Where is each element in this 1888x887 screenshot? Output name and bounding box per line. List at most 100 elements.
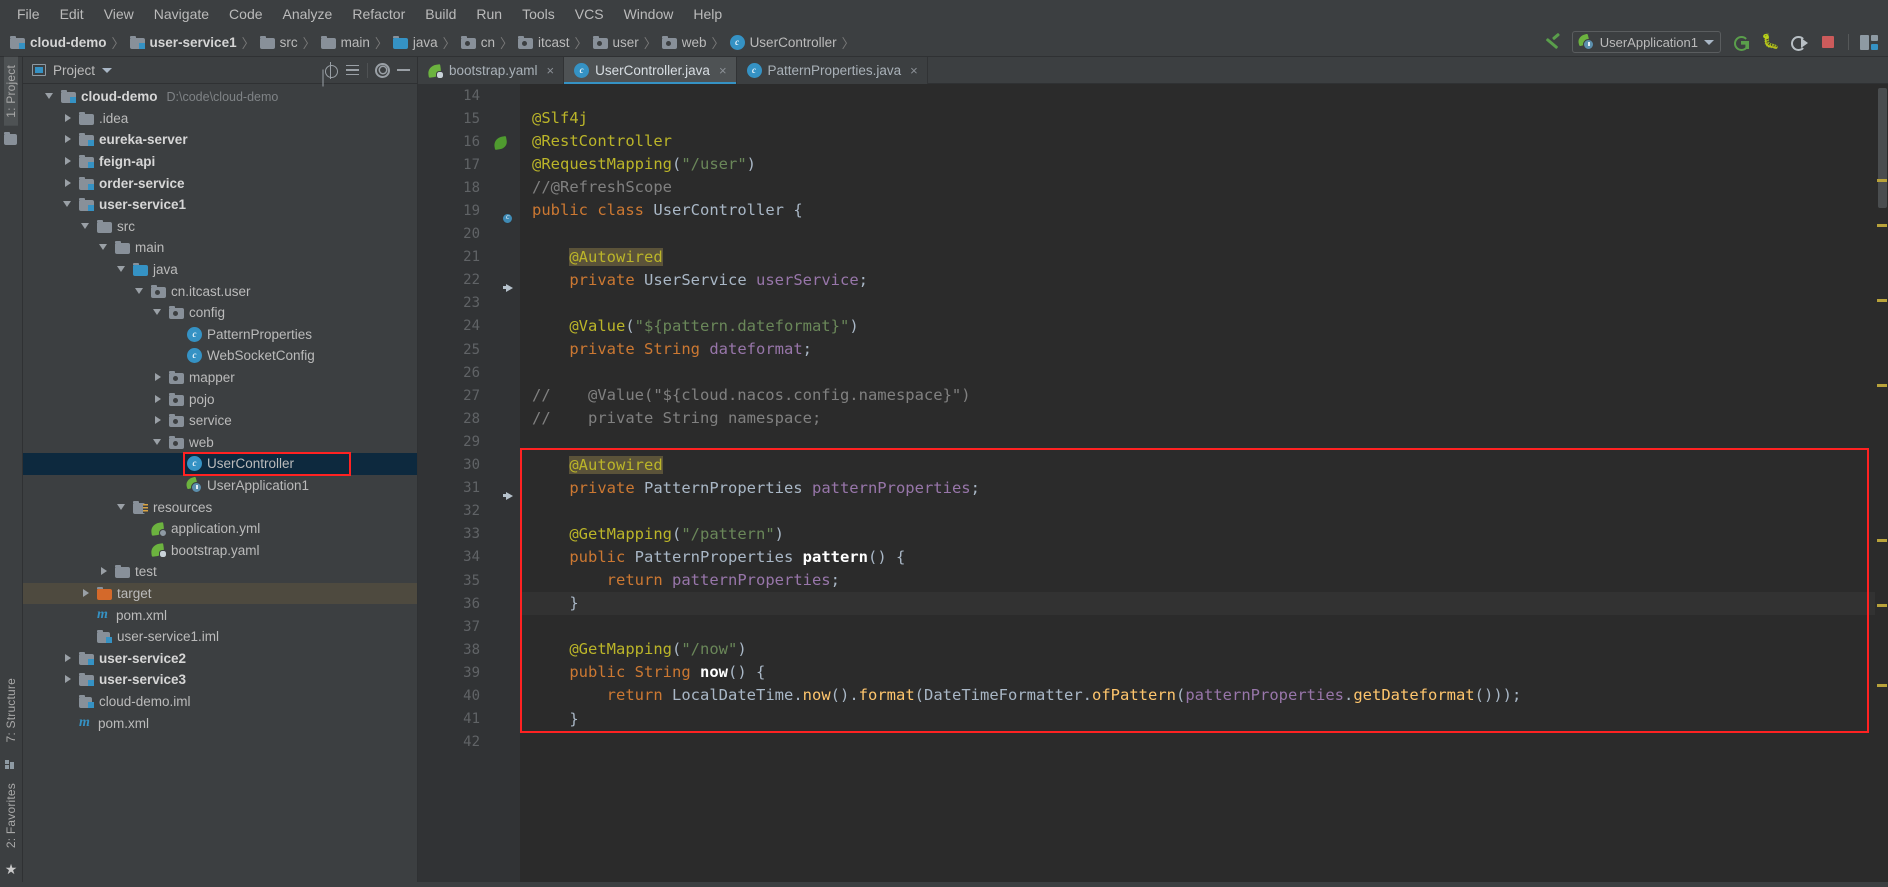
code-line[interactable]: //@RefreshScope	[520, 176, 1875, 199]
menu-analyze[interactable]: Analyze	[274, 3, 342, 25]
code-line[interactable]	[520, 361, 1875, 384]
tree-item-user-service2[interactable]: user-service2	[23, 647, 417, 669]
code-line[interactable]: @GetMapping("/now")	[520, 638, 1875, 661]
menu-edit[interactable]: Edit	[51, 3, 93, 25]
breadcrumb-user[interactable]: user	[591, 35, 642, 50]
code-line[interactable]: @GetMapping("/pattern")	[520, 523, 1875, 546]
run-icon[interactable]	[1732, 33, 1750, 51]
run-with-coverage-icon[interactable]	[1790, 33, 1808, 51]
code-line[interactable]: }	[520, 592, 1875, 616]
breadcrumb-src[interactable]: src	[258, 35, 301, 50]
code-line[interactable]	[520, 292, 1875, 315]
tree-item-service[interactable]: service	[23, 410, 417, 432]
autowired-dependency-marker-icon[interactable]	[494, 483, 513, 500]
tree-item-src[interactable]: src	[23, 216, 417, 238]
gear-icon[interactable]	[375, 62, 390, 78]
code-line[interactable]: // @Value("${cloud.nacos.config.namespac…	[520, 384, 1875, 407]
tree-item-java[interactable]: java	[23, 259, 417, 281]
tool-window-favorites[interactable]: 2: Favorites	[4, 775, 18, 856]
menu-run[interactable]: Run	[467, 3, 511, 25]
tree-item-user-service1[interactable]: user-service1	[23, 194, 417, 216]
tree-item-target[interactable]: target	[23, 582, 417, 605]
chevron-down-icon[interactable]	[102, 67, 113, 73]
close-icon[interactable]: ×	[910, 63, 918, 78]
code-line[interactable]: public String now() {	[520, 661, 1875, 684]
code-line[interactable]	[520, 615, 1875, 638]
code-line[interactable]: @Slf4j	[520, 107, 1875, 130]
chevron-right-icon[interactable]	[63, 653, 74, 664]
tree-item-user-service1-iml[interactable]: user-service1.iml	[23, 626, 417, 648]
chevron-right-icon[interactable]	[99, 566, 110, 577]
code-line[interactable]	[520, 430, 1875, 453]
warning-marker[interactable]	[1877, 604, 1887, 607]
editor-scrollbar-thumb[interactable]	[1878, 88, 1887, 208]
breadcrumb-web[interactable]: web	[660, 35, 710, 50]
chevron-down-icon[interactable]	[117, 502, 128, 513]
code-line[interactable]: // private String namespace;	[520, 407, 1875, 430]
hide-icon[interactable]	[397, 69, 410, 71]
code-line[interactable]: @Autowired	[520, 246, 1875, 269]
menu-refactor[interactable]: Refactor	[343, 3, 414, 25]
tree-item-pom-xml[interactable]: m pom.xml	[23, 604, 417, 626]
code-line[interactable]: return patternProperties;	[520, 569, 1875, 592]
warning-marker[interactable]	[1877, 179, 1887, 182]
chevron-down-icon[interactable]	[81, 221, 92, 232]
code-line[interactable]: @RequestMapping("/user")	[520, 153, 1875, 176]
spring-component-marker-icon[interactable]	[494, 206, 513, 224]
code-line[interactable]: @RestController	[520, 130, 1875, 153]
close-icon[interactable]: ×	[547, 63, 555, 78]
layout-icon[interactable]	[1860, 34, 1878, 50]
breadcrumb-cn[interactable]: cn	[459, 35, 498, 50]
menu-navigate[interactable]: Navigate	[145, 3, 218, 25]
editor-marker-strip[interactable]	[1875, 84, 1888, 882]
chevron-down-icon[interactable]	[117, 264, 128, 275]
debug-icon[interactable]: 🐛	[1761, 33, 1780, 51]
tool-window-project[interactable]: 1: Project	[4, 57, 18, 126]
tree-item-mapper[interactable]: mapper	[23, 367, 417, 389]
tree-item-cloud-demo[interactable]: cloud-demo D:\code\cloud-demo	[23, 86, 417, 108]
tree-item-websocketconfig[interactable]: c WebSocketConfig	[23, 345, 417, 367]
chevron-right-icon[interactable]	[153, 394, 164, 405]
run-configuration-selector[interactable]: UserApplication1	[1571, 31, 1721, 53]
tree-item-pom-xml[interactable]: m pom.xml	[23, 712, 417, 734]
menu-vcs[interactable]: VCS	[566, 3, 613, 25]
chevron-right-icon[interactable]	[63, 178, 74, 189]
tree-item-test[interactable]: test	[23, 561, 417, 583]
chevron-right-icon[interactable]	[153, 372, 164, 383]
spring-bean-marker-icon[interactable]	[493, 136, 511, 153]
code-editor[interactable]: 14 15 16 17 18 19 20 21 22 23 24 25 26 27 28 29 30 31 32 33…	[418, 84, 1888, 882]
breadcrumb-main[interactable]: main	[319, 35, 373, 50]
tree-item-eureka-server[interactable]: eureka-server	[23, 129, 417, 151]
tree-item-web[interactable]: web	[23, 432, 417, 454]
code-line[interactable]	[520, 223, 1875, 246]
stop-icon[interactable]	[1819, 33, 1837, 51]
menu-tools[interactable]: Tools	[513, 3, 564, 25]
close-icon[interactable]: ×	[719, 63, 727, 78]
tree-item-main[interactable]: main	[23, 237, 417, 259]
menu-window[interactable]: Window	[615, 3, 683, 25]
breadcrumb-usercontroller[interactable]: c UserController	[728, 34, 840, 50]
tree-item-pojo[interactable]: pojo	[23, 388, 417, 410]
menu-code[interactable]: Code	[220, 3, 271, 25]
warning-marker[interactable]	[1877, 539, 1887, 542]
build-project-icon[interactable]	[1543, 33, 1561, 51]
tree-item-cloud-demo-iml[interactable]: cloud-demo.iml	[23, 691, 417, 713]
breadcrumb-itcast[interactable]: itcast	[516, 35, 573, 50]
scroll-from-source-icon[interactable]	[323, 61, 338, 79]
chevron-right-icon[interactable]	[63, 156, 74, 167]
code-line[interactable]: public class UserController {	[520, 199, 1875, 222]
chevron-right-icon[interactable]	[63, 134, 74, 145]
code-line[interactable]: private UserService userService;	[520, 269, 1875, 292]
collapse-all-icon[interactable]	[345, 64, 360, 77]
editor-tab-usercontroller-java[interactable]: c UserController.java ×	[564, 57, 737, 84]
autowired-dependency-marker-icon[interactable]	[494, 275, 513, 292]
chevron-down-icon[interactable]	[153, 307, 164, 318]
tree-item-application-yml[interactable]: application.yml	[23, 518, 417, 540]
chevron-right-icon[interactable]	[81, 588, 92, 599]
tool-window-structure[interactable]: 7: Structure	[4, 670, 18, 750]
tree-item-config[interactable]: config	[23, 302, 417, 324]
project-tree[interactable]: cloud-demo D:\code\cloud-demo .idea eureka-…	[23, 84, 417, 882]
tree-item--idea[interactable]: .idea	[23, 108, 417, 130]
chevron-down-icon[interactable]	[63, 199, 74, 210]
chevron-down-icon[interactable]	[99, 242, 110, 253]
